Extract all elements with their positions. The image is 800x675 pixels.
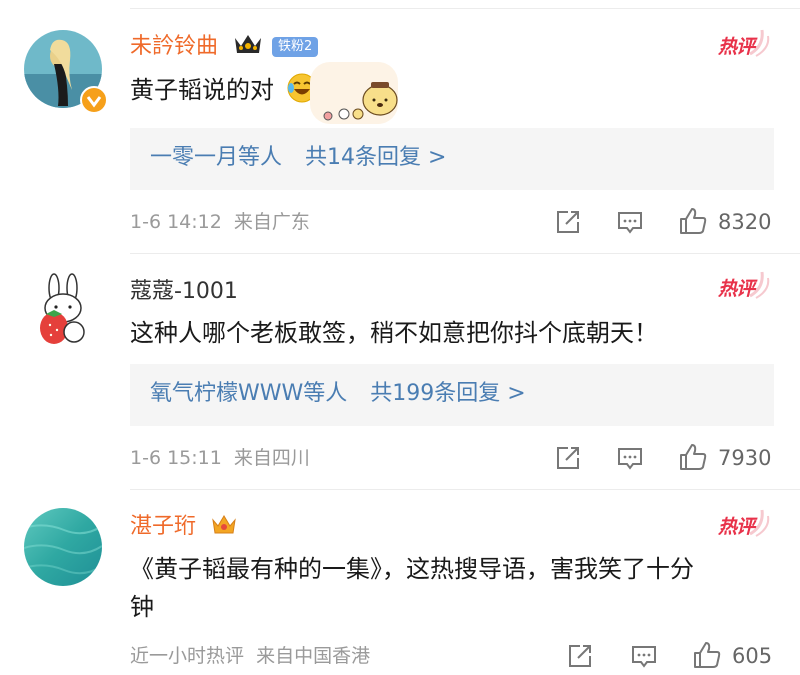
crown-icon [233,32,263,64]
like-icon[interactable] [678,442,708,470]
like-count: 8320 [718,210,772,234]
view-replies-link[interactable]: 共199条回复 > [370,381,525,406]
comment-text-content: 黄子韬说的对 [130,76,274,104]
like-count: 605 [732,644,773,668]
like-icon[interactable] [692,640,722,668]
comment-location: 来自中国香港 [256,645,371,667]
reply-users-link[interactable]: 一零一月等人 [150,145,282,170]
comment-time: 1-6 15:11 [130,447,222,469]
comment-location: 来自广东 [233,211,310,233]
fan-badge: 铁粉2 [272,37,319,57]
username[interactable]: 未訡铃曲 铁粉2 [130,32,319,64]
username-text[interactable]: 蔻蔻-1001 [130,279,238,304]
hot-comment-badge: 热评 [718,28,770,62]
like-count: 7930 [718,446,772,470]
like-icon[interactable] [678,206,708,234]
comment-icon[interactable] [616,444,644,472]
reply-users-link[interactable]: 氧气柠檬WWW等人 [150,381,347,406]
avatar[interactable] [24,508,102,586]
comment-text: 钟 [130,593,154,621]
comment-icon[interactable] [630,642,658,670]
view-replies-link[interactable]: 共14条回复 > [305,145,446,170]
comment-meta: 近一小时热评 来自中国香港 [130,644,370,668]
hot-label: 热评 [718,278,755,300]
comment-text: 这种人哪个老板敢签，稍不如意把你抖个底朝天！ [130,319,658,347]
comment-time: 近一小时热评 [130,645,245,667]
comment-location: 来自四川 [233,447,310,469]
comment-text: 黄子韬说的对 [130,72,318,113]
avatar[interactable] [24,270,102,348]
divider [130,489,800,490]
username[interactable]: 湛子珩 [130,512,237,544]
divider [130,8,800,9]
verified-badge-icon [80,86,108,114]
comment-meta: 1-6 15:11 来自四川 [130,446,310,470]
comment-time: 1-6 14:12 [130,211,222,233]
reply-preview[interactable]: 一零一月等人 共14条回复 > [130,128,774,190]
share-icon[interactable] [566,642,594,670]
reply-preview[interactable]: 氧气柠檬WWW等人 共199条回复 > [130,364,774,426]
share-icon[interactable] [554,444,582,472]
username-text[interactable]: 湛子珩 [130,514,196,539]
username-text[interactable]: 未訡铃曲 [130,34,218,59]
comment-meta: 1-6 14:12 来自广东 [130,210,310,234]
hot-label: 热评 [718,36,755,58]
hot-label: 热评 [718,516,755,538]
comment-text: 《黄子韬最有种的一集》，这热搜导语，害我笑了十分 [130,555,694,583]
divider [130,253,800,254]
username[interactable]: 蔻蔻-1001 [130,278,238,306]
crown-icon [211,512,237,544]
comment-icon[interactable] [616,208,644,236]
hot-comment-badge: 热评 [718,270,770,304]
sticker-image [306,60,400,126]
hot-comment-badge: 热评 [718,508,770,542]
share-icon[interactable] [554,208,582,236]
